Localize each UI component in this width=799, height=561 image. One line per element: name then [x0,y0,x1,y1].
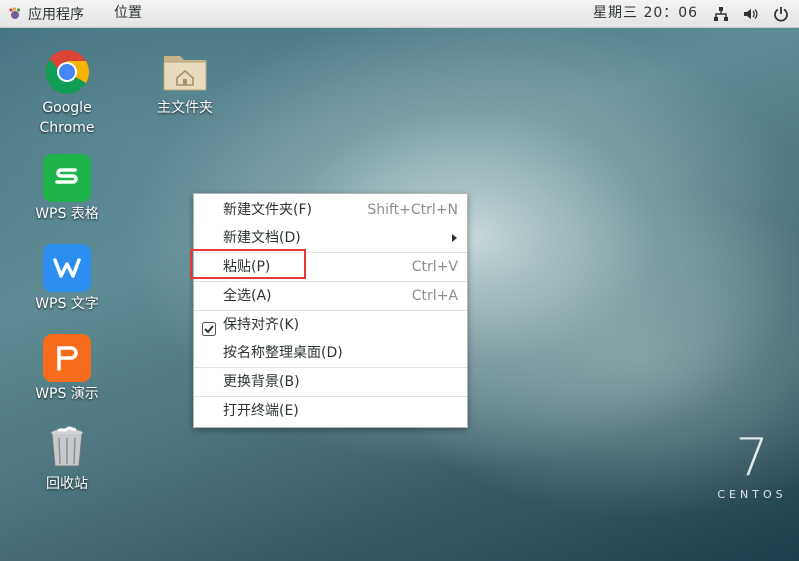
menu-item-select-all[interactable]: 全选(A) Ctrl+A [194,282,467,310]
menu-item-label: 更换背景(B) [223,374,300,390]
menu-item-label: 新建文档(D) [223,230,301,246]
menu-item-change-background[interactable]: 更换背景(B) [194,368,467,396]
menu-item-shortcut: Ctrl+A [411,288,458,304]
top-panel: 应用程序 位置 星期三 20：06 [0,0,799,28]
applications-label: 应用程序 [28,6,84,23]
icon-label-line1: Google [42,100,92,116]
menu-item-shortcut: Ctrl+V [411,259,458,275]
network-icon[interactable] [713,6,729,22]
clock[interactable]: 星期三 20：06 [593,0,698,27]
checkmark-icon [202,318,216,336]
desktop-icon-wps-writer[interactable]: WPS 文字 [28,244,106,314]
icon-label: WPS 文字 [35,296,99,312]
menu-item-new-folder[interactable]: 新建文件夹(F) Shift+Ctrl+N [194,196,467,224]
desktop-context-menu: 新建文件夹(F) Shift+Ctrl+N 新建文档(D) 粘贴(P) Ctrl… [193,193,468,428]
wps-presentation-icon [43,334,91,382]
chrome-icon [43,48,91,96]
applications-menu[interactable]: 应用程序 [8,0,84,27]
menu-item-arrange-by-name[interactable]: 按名称整理桌面(D) [194,339,467,367]
icon-label-line2: Chrome [39,120,95,136]
submenu-arrow-icon [452,234,457,242]
volume-icon[interactable] [743,6,759,22]
desktop-icon-home[interactable]: 主文件夹 [148,48,222,118]
centos-wordmark: CENTOS [717,488,787,501]
gnome-foot-icon [8,6,22,21]
centos-version: 7 [735,428,769,488]
icon-label: 回收站 [46,476,88,492]
menu-item-new-document[interactable]: 新建文档(D) [194,224,467,252]
centos-logo: 7 CENTOS [712,432,792,501]
icon-label: WPS 表格 [35,206,99,222]
menu-item-label: 全选(A) [223,288,272,304]
power-icon[interactable] [773,6,789,22]
menu-item-label: 保持对齐(K) [223,317,300,333]
desktop-icon-wps-presentation[interactable]: WPS 演示 [28,334,106,404]
menu-item-label: 新建文件夹(F) [223,202,312,218]
menu-item-shortcut: Shift+Ctrl+N [367,202,458,218]
system-tray [713,0,789,27]
places-menu[interactable]: 位置 [114,0,142,27]
icon-label: WPS 演示 [35,386,99,402]
desktop-icon-chrome[interactable]: Google Chrome [28,48,106,138]
desktop-icon-trash[interactable]: 回收站 [28,424,106,494]
menu-item-keep-aligned[interactable]: 保持对齐(K) [194,311,467,339]
paste-highlight-annotation [190,249,306,279]
icon-label: 主文件夹 [157,100,213,116]
trash-icon [43,424,91,472]
wps-spreadsheet-icon [43,154,91,202]
menu-item-label: 打开终端(E) [223,403,299,419]
home-folder-icon [161,48,209,96]
wps-writer-icon [43,244,91,292]
menu-item-label: 按名称整理桌面(D) [223,345,343,361]
menu-item-open-terminal[interactable]: 打开终端(E) [194,397,467,425]
desktop-icon-wps-spreadsheet[interactable]: WPS 表格 [28,154,106,224]
